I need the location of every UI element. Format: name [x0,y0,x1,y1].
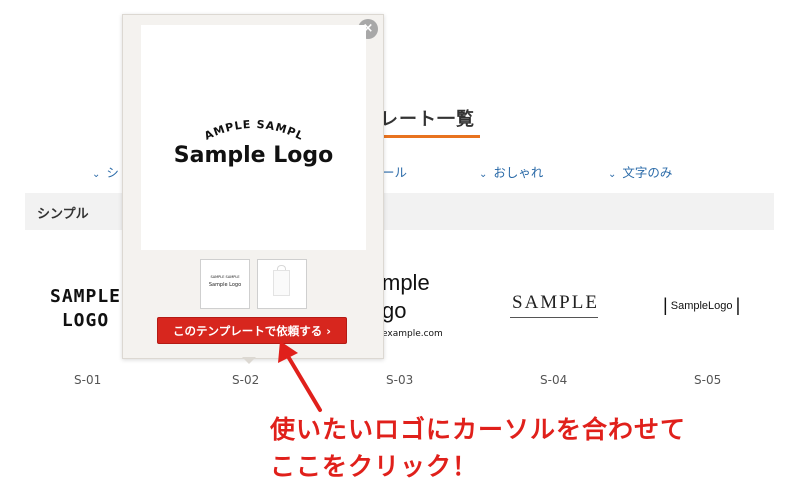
preview-arc-text: SAMPLE SAMPLE [141,108,306,143]
logo-s04-underline [510,317,598,318]
filter-stylish[interactable]: ⌄ おしゃれ [479,162,543,181]
logo-code-s01: S-01 [74,373,102,387]
logo-code-s04: S-04 [540,373,568,387]
thumbnail-arc-text: SAMPLE SAMPLE [210,275,240,279]
logo-s03-line2[interactable]: go [382,298,406,324]
chevron-down-icon: ⌄ [608,169,617,180]
page-title: レート一覧 [380,109,475,130]
logo-s01-line1: SAMPLE [50,286,122,307]
logo-s05-text: SampleLogo [670,300,733,312]
annotation-line2: ここをクリック！ [270,452,479,481]
logo-card-s04[interactable]: SAMPLE [512,292,599,314]
annotation-arrow-icon [278,341,322,412]
title-underline [380,135,480,138]
logo-s05-bar-right: | [735,295,741,315]
filter-text-only[interactable]: ⌄ 文字のみ [608,162,672,181]
filter-simple[interactable]: ⌄ シ [92,162,119,181]
logo-s03-url: example.com [382,329,443,339]
chevron-down-icon: ⌄ [92,169,101,180]
section-label: シンプル [37,207,89,222]
logo-s03-line1[interactable]: mple [382,270,430,296]
logo-code-s03: S-03 [386,373,414,387]
filter-cool[interactable]: ール [382,162,407,181]
preview-logo-text: Sample Logo [173,143,334,168]
annotation-line1: 使いたいロゴにカーソルを合わせて [270,415,687,444]
logo-card-s05[interactable]: | SampleLogo | [663,295,740,316]
chevron-down-icon: ⌄ [479,169,488,180]
logo-code-s05: S-05 [694,373,722,387]
popup-pointer [242,357,256,364]
logo-card-s01[interactable]: SAMPLE LOGO [50,285,121,333]
logo-s05-bar-left: | [663,295,668,315]
logo-s01-line2: LOGO [61,310,110,331]
svg-text:SAMPLE SAMPLE: SAMPLE SAMPLE [141,108,306,143]
shopping-bag-icon [273,270,290,296]
thumbnail-logo-text: Sample Logo [208,282,242,288]
logo-code-s02: S-02 [232,373,260,387]
